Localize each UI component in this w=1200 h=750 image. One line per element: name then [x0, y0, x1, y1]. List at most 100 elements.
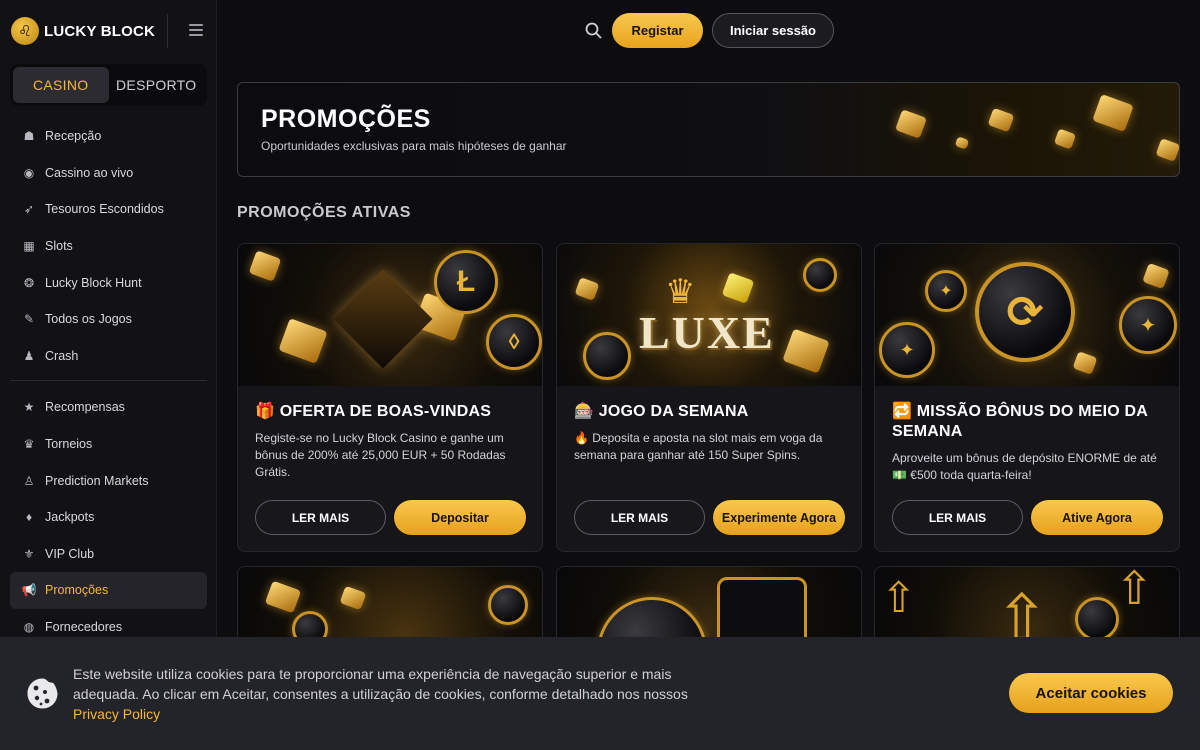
- tab-sport[interactable]: DESPORTO: [109, 67, 205, 103]
- casino-chip-icon: [488, 585, 528, 625]
- accept-cookies-button[interactable]: Aceitar cookies: [1009, 673, 1173, 713]
- sidebar-item-lucky-block-hunt[interactable]: ❂ Lucky Block Hunt: [10, 264, 207, 301]
- promo-card-game-of-week: ♛ LUXE 🎰 JOGO DA SEMANA 🔥 Deposita e apo…: [556, 243, 862, 552]
- rocket-icon: ➶: [23, 202, 35, 217]
- read-more-button[interactable]: LER MAIS: [574, 500, 705, 535]
- sidebar-item-label: Jackpots: [45, 510, 95, 525]
- promo-card-welcome: Ł ◊ 🎁 OFERTA DE BOAS-VINDAS Registe-se n…: [237, 243, 543, 552]
- sidebar-item-label: Fornecedores: [45, 620, 123, 635]
- gold-gem-decoration: [278, 318, 328, 364]
- home-icon: ☗: [23, 129, 35, 144]
- refresh-coin-icon: ⟳: [975, 262, 1075, 362]
- sidebar-item-promotions[interactable]: 📢 Promoções: [10, 572, 207, 609]
- crash-icon: ♟: [23, 348, 35, 363]
- sidebar-item-rewards[interactable]: ★ Recompensas: [10, 389, 207, 426]
- sidebar-item-slots[interactable]: ▦ Slots: [10, 228, 207, 265]
- repeat-icon: 🔁: [892, 403, 913, 420]
- sidebar-item-live-casino[interactable]: ◉ Cassino ao vivo: [10, 155, 207, 192]
- gold-gem-decoration: [574, 277, 600, 301]
- sidebar-item-reception[interactable]: ☗ Recepção: [10, 118, 207, 155]
- cookie-text: Este website utiliza cookies para te pro…: [73, 664, 713, 724]
- dark-diamond-decoration: [333, 269, 433, 369]
- promotions-hero-banner: PROMOÇÕES Oportunidades exclusivas para …: [237, 82, 1180, 177]
- sidebar-item-label: Slots: [45, 239, 73, 254]
- read-more-button[interactable]: LER MAIS: [255, 500, 386, 535]
- sidebar-item-label: Recepção: [45, 129, 102, 144]
- promo-title: 🎁 OFERTA DE BOAS-VINDAS: [255, 402, 527, 422]
- privacy-policy-link[interactable]: Privacy Policy: [73, 706, 160, 722]
- sidebar-item-jackpots[interactable]: ♦ Jackpots: [10, 499, 207, 536]
- games-icon: ✎: [23, 312, 35, 327]
- sidebar-item-label: Todos os Jogos: [45, 312, 132, 327]
- star-icon: ★: [23, 400, 35, 415]
- sidebar-item-label: Promoções: [45, 583, 109, 598]
- coin-decoration: ✦: [879, 322, 935, 378]
- hunt-icon: ❂: [23, 275, 35, 290]
- coin-decoration: ✦: [1119, 296, 1177, 354]
- page-title: PROMOÇÕES: [261, 105, 431, 133]
- sidebar-item-crash[interactable]: ♟ Crash: [10, 338, 207, 375]
- brand-name: LUCKY BLOCK: [44, 22, 156, 40]
- product-switcher: CASINO DESPORTO: [10, 64, 207, 106]
- read-more-button[interactable]: LER MAIS: [892, 500, 1023, 535]
- live-icon: ◉: [23, 165, 35, 180]
- sidebar-item-label: Recompensas: [45, 400, 125, 415]
- gift-icon: 🎁: [255, 403, 276, 420]
- sidebar-item-label: Lucky Block Hunt: [45, 275, 142, 290]
- gold-gem-decoration: [721, 272, 755, 304]
- gold-gem-decoration: [782, 328, 830, 374]
- search-icon[interactable]: [585, 22, 602, 39]
- megaphone-icon: 📢: [21, 583, 37, 598]
- sidebar-item-all-games[interactable]: ✎ Todos os Jogos: [10, 301, 207, 338]
- cookie-message: Este website utiliza cookies para te pro…: [73, 666, 688, 702]
- trophy-icon: ♛: [23, 437, 35, 452]
- gold-gem-decoration: [1092, 94, 1134, 132]
- litecoin-coin-icon: Ł: [434, 250, 498, 314]
- vip-icon: ⚜: [23, 546, 35, 561]
- slot-icon: ▦: [23, 239, 35, 254]
- sidebar-item-vip-club[interactable]: ⚜ VIP Club: [10, 536, 207, 573]
- sidebar-item-label: Cassino ao vivo: [45, 165, 134, 180]
- ball-icon: [1075, 597, 1119, 641]
- sidebar-item-label: Crash: [45, 348, 79, 363]
- slot-machine-icon: 🎰: [574, 403, 595, 420]
- promo-image-midweek: ⟳ ✦ ✦ ✦: [875, 244, 1179, 386]
- gold-gem-decoration: [954, 136, 970, 150]
- sidebar-item-tournaments[interactable]: ♛ Torneios: [10, 426, 207, 463]
- gold-gem-decoration: [1155, 138, 1179, 162]
- cookie-banner: Este website utiliza cookies para te pro…: [0, 637, 1200, 750]
- globe-icon: ◍: [23, 620, 35, 635]
- try-now-button[interactable]: Experimente Agora: [713, 500, 845, 535]
- active-promotions-heading: PROMOÇÕES ATIVAS: [237, 204, 411, 221]
- promo-title-text: MISSÃO BÔNUS DO MEIO DA SEMANA: [892, 403, 1148, 440]
- tab-casino[interactable]: CASINO: [13, 67, 109, 103]
- diamond-icon: ♦: [25, 510, 33, 525]
- coin-decoration: ✦: [925, 270, 967, 312]
- page-subtitle: Oportunidades exclusivas para mais hipót…: [261, 139, 567, 153]
- sidebar-item-label: VIP Club: [45, 546, 95, 561]
- gold-gem-decoration: [248, 250, 282, 282]
- hamburger-menu-icon[interactable]: [189, 24, 203, 39]
- arrow-up-icon: ⇧: [881, 574, 917, 621]
- sidebar-item-prediction-markets[interactable]: ♙ Prediction Markets: [10, 462, 207, 499]
- prediction-icon: ♙: [23, 473, 35, 488]
- logo[interactable]: ♌ LUCKY BLOCK: [0, 0, 216, 62]
- gold-gem-decoration: [895, 109, 927, 139]
- promo-card-midweek-mission: ⟳ ✦ ✦ ✦ 🔁 MISSÃO BÔNUS DO MEIO DA SEMANA…: [874, 243, 1180, 552]
- gold-gem-decoration: [1142, 262, 1170, 290]
- promo-image-game-of-week: ♛ LUXE: [557, 244, 861, 386]
- logo-divider: [167, 14, 168, 48]
- promo-title-text: OFERTA DE BOAS-VINDAS: [279, 403, 492, 420]
- sidebar-item-hidden-treasures[interactable]: ➶ Tesouros Escondidos: [10, 191, 207, 228]
- promo-image-welcome: Ł ◊: [238, 244, 542, 386]
- sidebar-item-label: Torneios: [45, 437, 93, 452]
- activate-now-button[interactable]: Ative Agora: [1031, 500, 1163, 535]
- promo-description: Registe-se no Lucky Block Casino e ganhe…: [255, 431, 506, 479]
- casino-chip-icon: [583, 332, 631, 380]
- login-button[interactable]: Iniciar sessão: [712, 13, 834, 48]
- register-button[interactable]: Registar: [612, 13, 703, 48]
- deposit-button[interactable]: Depositar: [394, 500, 526, 535]
- luxe-game-logo: LUXE: [639, 307, 775, 358]
- nav-divider: [10, 380, 207, 382]
- casino-chip-icon: [803, 258, 837, 292]
